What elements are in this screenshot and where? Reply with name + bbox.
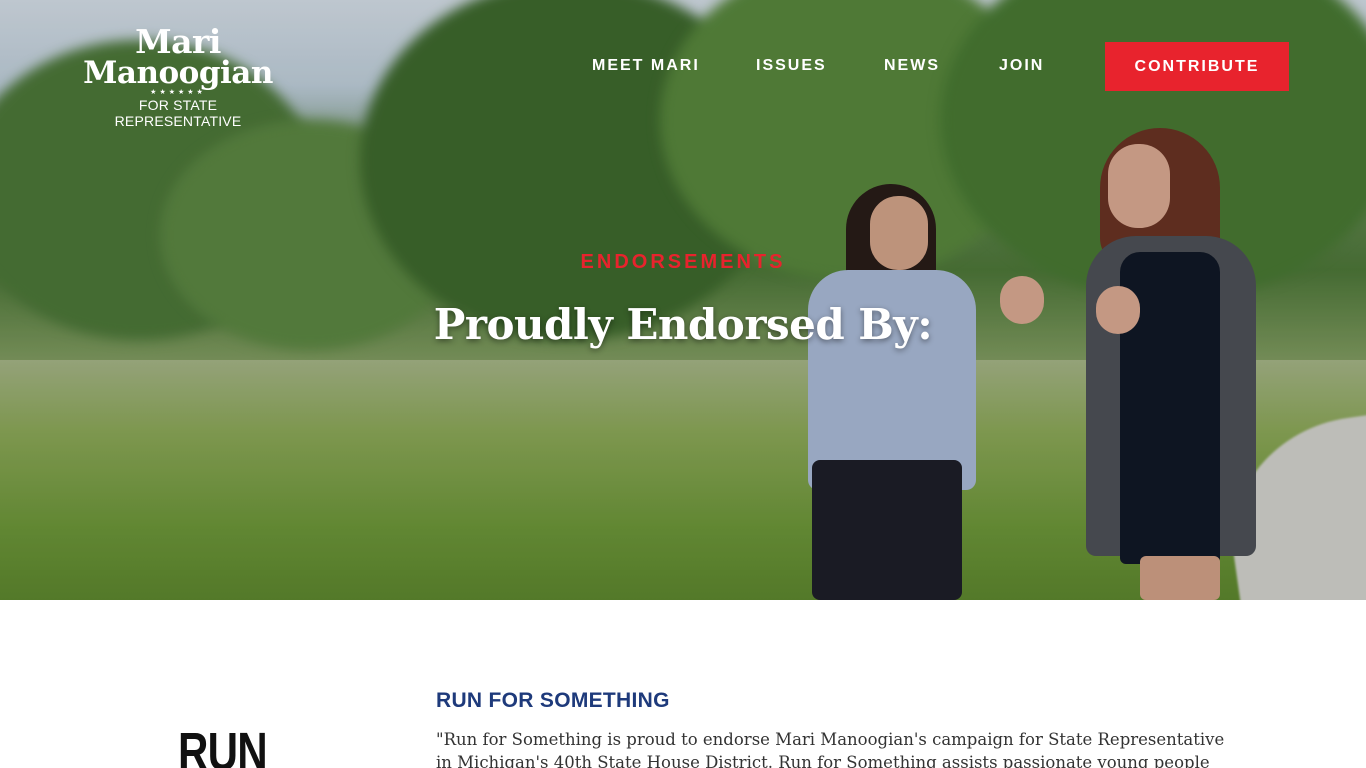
page-title: Proudly Endorsed By: bbox=[433, 300, 933, 349]
nav-news[interactable]: NEWS bbox=[884, 57, 940, 75]
site-logo[interactable]: Mari Manoogian ★★★★★★ FOR STATE REPRESEN… bbox=[78, 22, 278, 129]
endorser-quote: "Run for Something is proud to endorse M… bbox=[436, 730, 1225, 768]
logo-last-name: Manoogian bbox=[83, 55, 273, 91]
hero-eyebrow: ENDORSEMENTS bbox=[580, 251, 786, 273]
logo-first-name: Mari bbox=[135, 22, 221, 61]
logo-tagline: FOR STATE REPRESENTATIVE bbox=[114, 97, 242, 129]
contribute-button[interactable]: CONTRIBUTE bbox=[1105, 42, 1289, 91]
endorser-name: RUN FOR SOMETHING bbox=[436, 689, 670, 712]
endorser-logo: RUN FOR bbox=[178, 722, 268, 768]
nav-join[interactable]: JOIN bbox=[999, 57, 1044, 75]
nav-issues[interactable]: ISSUES bbox=[756, 57, 827, 75]
nav-meet-mari[interactable]: MEET MARI bbox=[592, 57, 700, 75]
